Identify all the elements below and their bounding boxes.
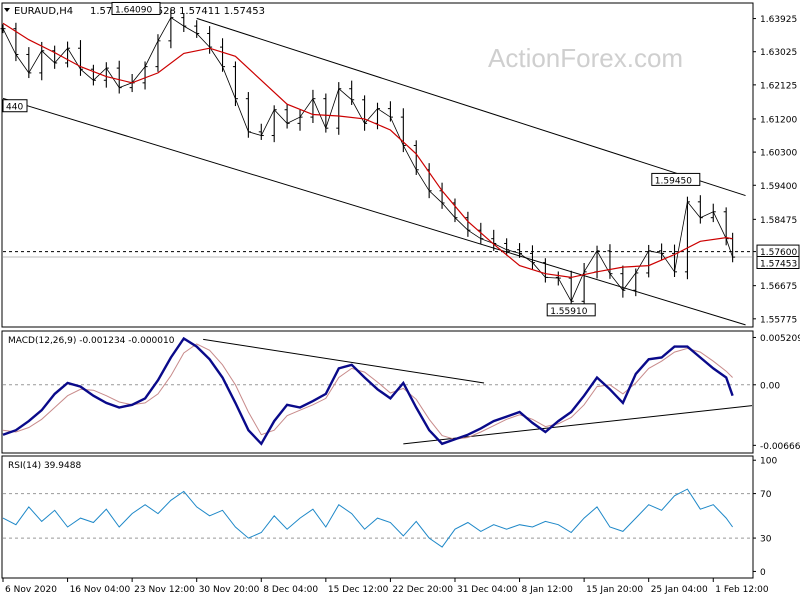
last-price-tag: 1.57453 (756, 255, 800, 269)
svg-text:440: 440 (6, 103, 23, 113)
svg-text:1.55910: 1.55910 (550, 307, 587, 317)
time-tick-label: 23 Nov 12:00 (134, 585, 195, 595)
time-tick-label: 30 Nov 20:00 (199, 585, 260, 595)
time-tick-label: 15 Jan 20:00 (586, 585, 643, 595)
price-annotation: 1.59450 (651, 172, 701, 186)
rsi-tick-label: 30 (760, 535, 772, 545)
price-tick-label: 1.59400 (760, 182, 797, 192)
price-tick-label: 1.63025 (760, 48, 797, 58)
price-annotation: 440 (2, 99, 28, 113)
time-tick-label: 8 Jan 12:00 (522, 585, 574, 595)
price-tick-label: 1.63925 (760, 15, 797, 25)
rsi-label: RSI(14) 39.9488 (8, 461, 81, 471)
time-tick-label: 25 Jan 04:00 (651, 585, 708, 595)
rsi-tick-label: 70 (760, 490, 772, 500)
time-tick-label: 6 Nov 2020 (5, 585, 57, 595)
price-tick-label: 1.58475 (760, 216, 797, 226)
macd-label: MACD(12,26,9) -0.001234 -0.000010 (8, 336, 175, 346)
macd-tick-label: -0.006668 (760, 442, 800, 452)
price-annotation: 1.64090 (111, 1, 161, 15)
svg-text:1.59450: 1.59450 (655, 176, 692, 186)
price-tick-label: 1.56675 (760, 282, 797, 292)
watermark: ActionForex.com (488, 43, 683, 73)
symbol-header: EURAUD,H4 (14, 6, 73, 17)
time-tick-label: 8 Dec 04:00 (263, 585, 318, 595)
time-tick-label: 1 Feb 12:00 (715, 585, 769, 595)
time-tick-label: 15 Dec 12:00 (328, 585, 389, 595)
time-tick-label: 16 Nov 04:00 (70, 585, 131, 595)
macd-tick-label: 0.00 (760, 381, 780, 391)
price-tick-label: 1.60300 (760, 149, 797, 159)
macd-tick-label: 0.005209 (760, 334, 800, 344)
time-tick-label: 22 Dec 20:00 (392, 585, 453, 595)
price-tick-label: 1.62125 (760, 81, 797, 91)
price-tick-label: 1.55775 (760, 315, 797, 325)
price-tick-label: 1.61200 (760, 115, 797, 125)
time-tick-label: 31 Dec 04:00 (457, 585, 518, 595)
price-annotation: 1.55910 (546, 303, 596, 317)
rsi-tick-label: 0 (760, 568, 766, 578)
background (0, 0, 800, 600)
svg-text:1.57453: 1.57453 (760, 259, 797, 269)
rsi-tick-label: 100 (760, 457, 777, 467)
chart-svg: ActionForex.com EURAUD,H4 1.57525 1.5752… (0, 0, 800, 600)
svg-text:1.64090: 1.64090 (115, 5, 152, 15)
